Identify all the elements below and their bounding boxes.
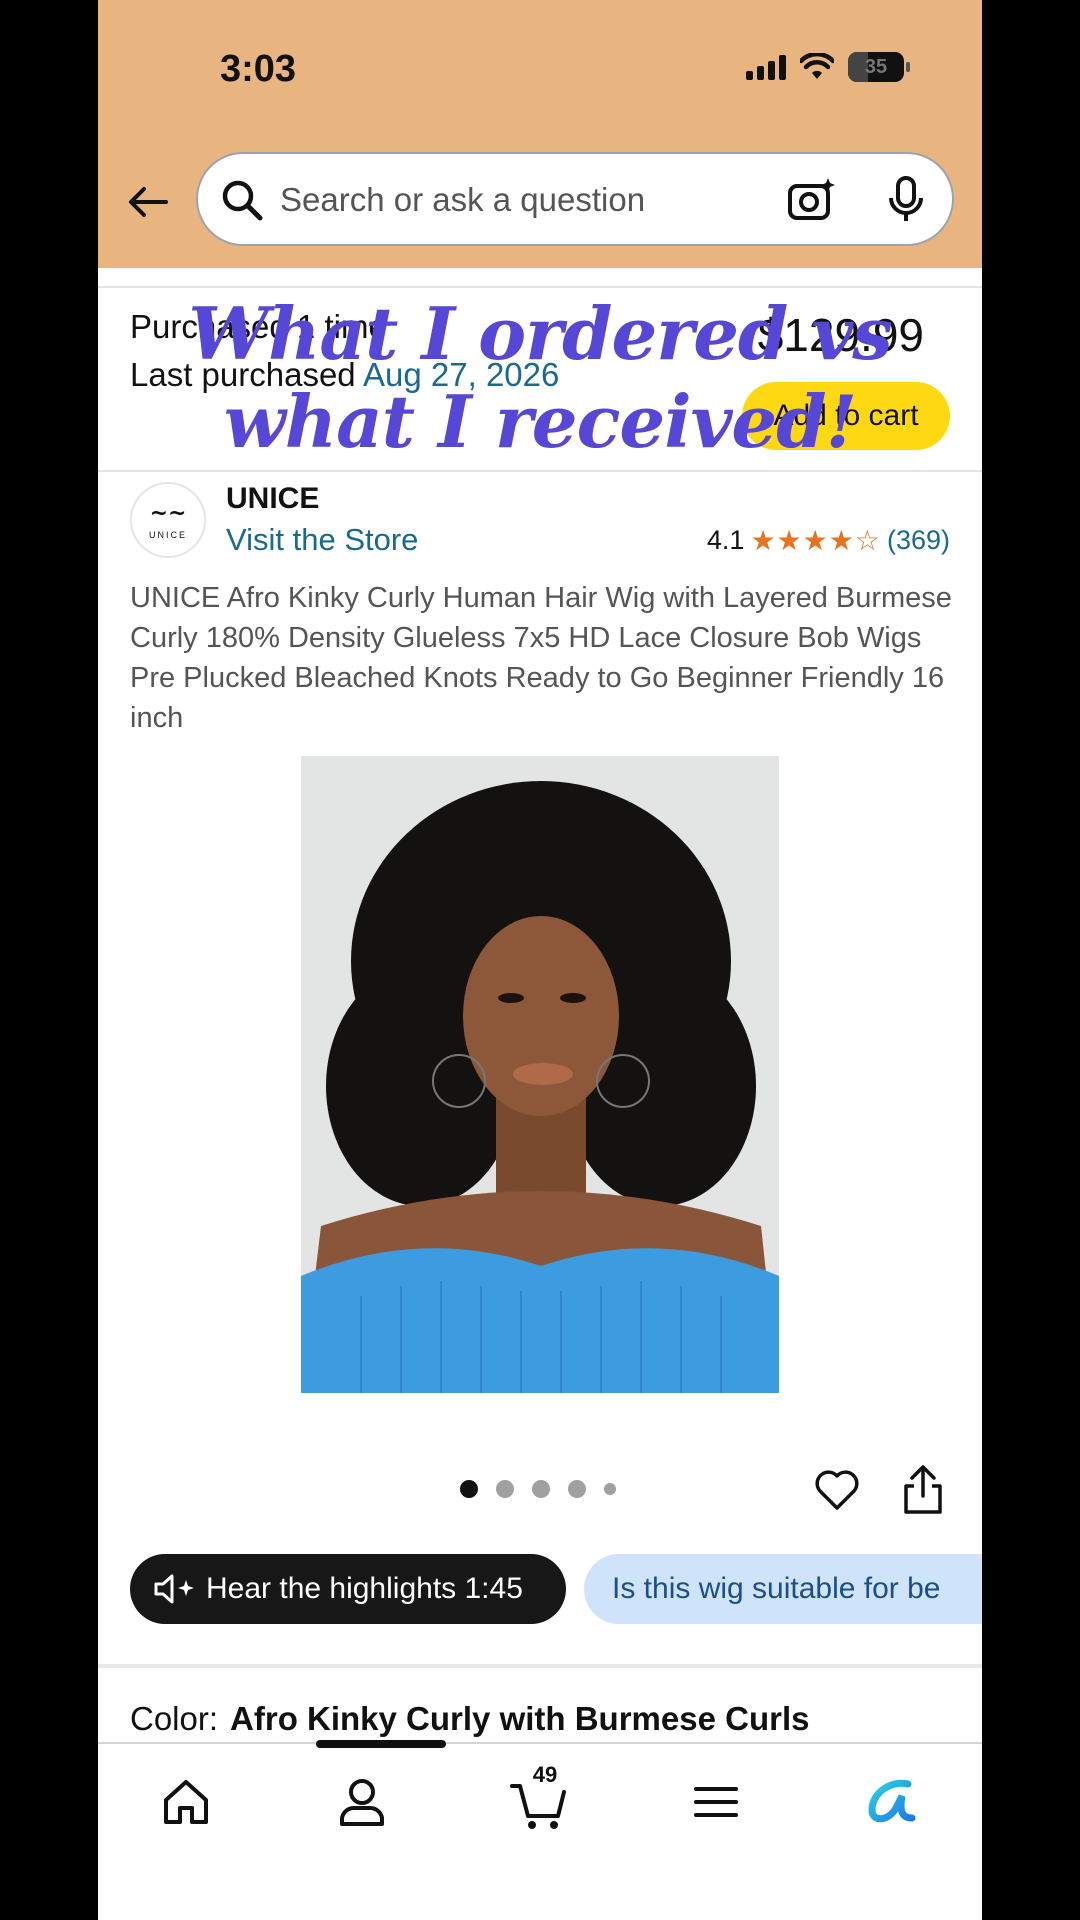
product-photo — [301, 756, 779, 1393]
color-label: Color: — [130, 1700, 219, 1737]
share-icon[interactable] — [900, 1464, 946, 1516]
header: 3:03 35 Search or ask a question — [98, 0, 982, 268]
wifi-icon — [800, 53, 834, 79]
last-purchased-date[interactable]: Aug 27, 2026 — [363, 356, 559, 393]
brand-logo[interactable]: ~~ UNICE — [130, 482, 206, 558]
pagination-dot[interactable] — [496, 1480, 514, 1498]
pagination-dot[interactable] — [460, 1480, 478, 1498]
rating-summary[interactable]: 4.1 ★★★★☆ (369) — [707, 524, 950, 557]
signal-icon — [746, 54, 786, 80]
battery-icon: 35 — [848, 52, 910, 82]
hear-highlights-button[interactable]: Hear the highlights 1:45 — [130, 1554, 566, 1624]
camera-icon[interactable] — [786, 176, 836, 224]
rufus-icon[interactable] — [862, 1772, 922, 1832]
search-bar[interactable]: Search or ask a question — [196, 152, 954, 246]
home-indicator — [316, 1740, 446, 1748]
star-rating-icon: ★★★★☆ — [750, 525, 881, 556]
color-row[interactable]: Color: Afro Kinky Curly with Burmese Curl… — [130, 1700, 809, 1738]
cart-count: 49 — [532, 1762, 558, 1787]
image-pagination[interactable] — [460, 1480, 616, 1498]
color-value: Afro Kinky Curly with Burmese Curls — [230, 1700, 810, 1737]
speaker-sparkle-icon — [154, 1574, 194, 1604]
product-title: UNICE Afro Kinky Curly Human Hair Wig wi… — [130, 582, 952, 734]
status-icons: 35 — [746, 52, 910, 82]
divider — [98, 470, 982, 472]
account-icon[interactable] — [332, 1772, 392, 1832]
visit-store-link[interactable]: Visit the Store — [226, 522, 418, 558]
cart-button[interactable]: 49 — [510, 1762, 570, 1832]
phone-screen: 3:03 35 Search or ask a question Purchas… — [98, 0, 982, 1920]
hear-highlights-label: Hear the highlights 1:45 — [206, 1572, 523, 1605]
purchased-count: Purchased 1 time — [130, 308, 387, 345]
heart-icon[interactable] — [812, 1464, 862, 1514]
pagination-dot[interactable] — [568, 1480, 586, 1498]
search-input[interactable]: Search or ask a question — [280, 181, 645, 219]
price: $129.99 — [757, 309, 924, 361]
divider — [98, 286, 982, 288]
menu-icon[interactable] — [686, 1772, 746, 1832]
bottom-nav: 49 — [98, 1742, 982, 1920]
question-chip[interactable]: Is this wig suitable for be — [584, 1554, 982, 1624]
brand-logo-mark: ~~ — [149, 500, 187, 526]
last-purchased-label: Last purchased — [130, 356, 356, 393]
add-to-cart-button[interactable]: Add to cart — [742, 382, 950, 450]
pagination-dot[interactable] — [532, 1480, 550, 1498]
back-arrow-icon[interactable] — [124, 178, 172, 226]
pagination-dot[interactable] — [604, 1483, 616, 1495]
rating-count[interactable]: (369) — [887, 525, 950, 556]
last-purchased: Last purchased Aug 27, 2026 — [130, 356, 559, 394]
rating-value: 4.1 — [706, 525, 745, 555]
microphone-icon[interactable] — [886, 176, 926, 224]
home-icon[interactable] — [156, 1772, 216, 1832]
brand-name: UNICE — [226, 482, 320, 515]
divider — [98, 1664, 982, 1668]
search-icon — [222, 180, 263, 221]
status-time: 3:03 — [220, 48, 297, 90]
product-image[interactable] — [301, 756, 779, 1393]
brand-logo-word: UNICE — [148, 530, 187, 540]
